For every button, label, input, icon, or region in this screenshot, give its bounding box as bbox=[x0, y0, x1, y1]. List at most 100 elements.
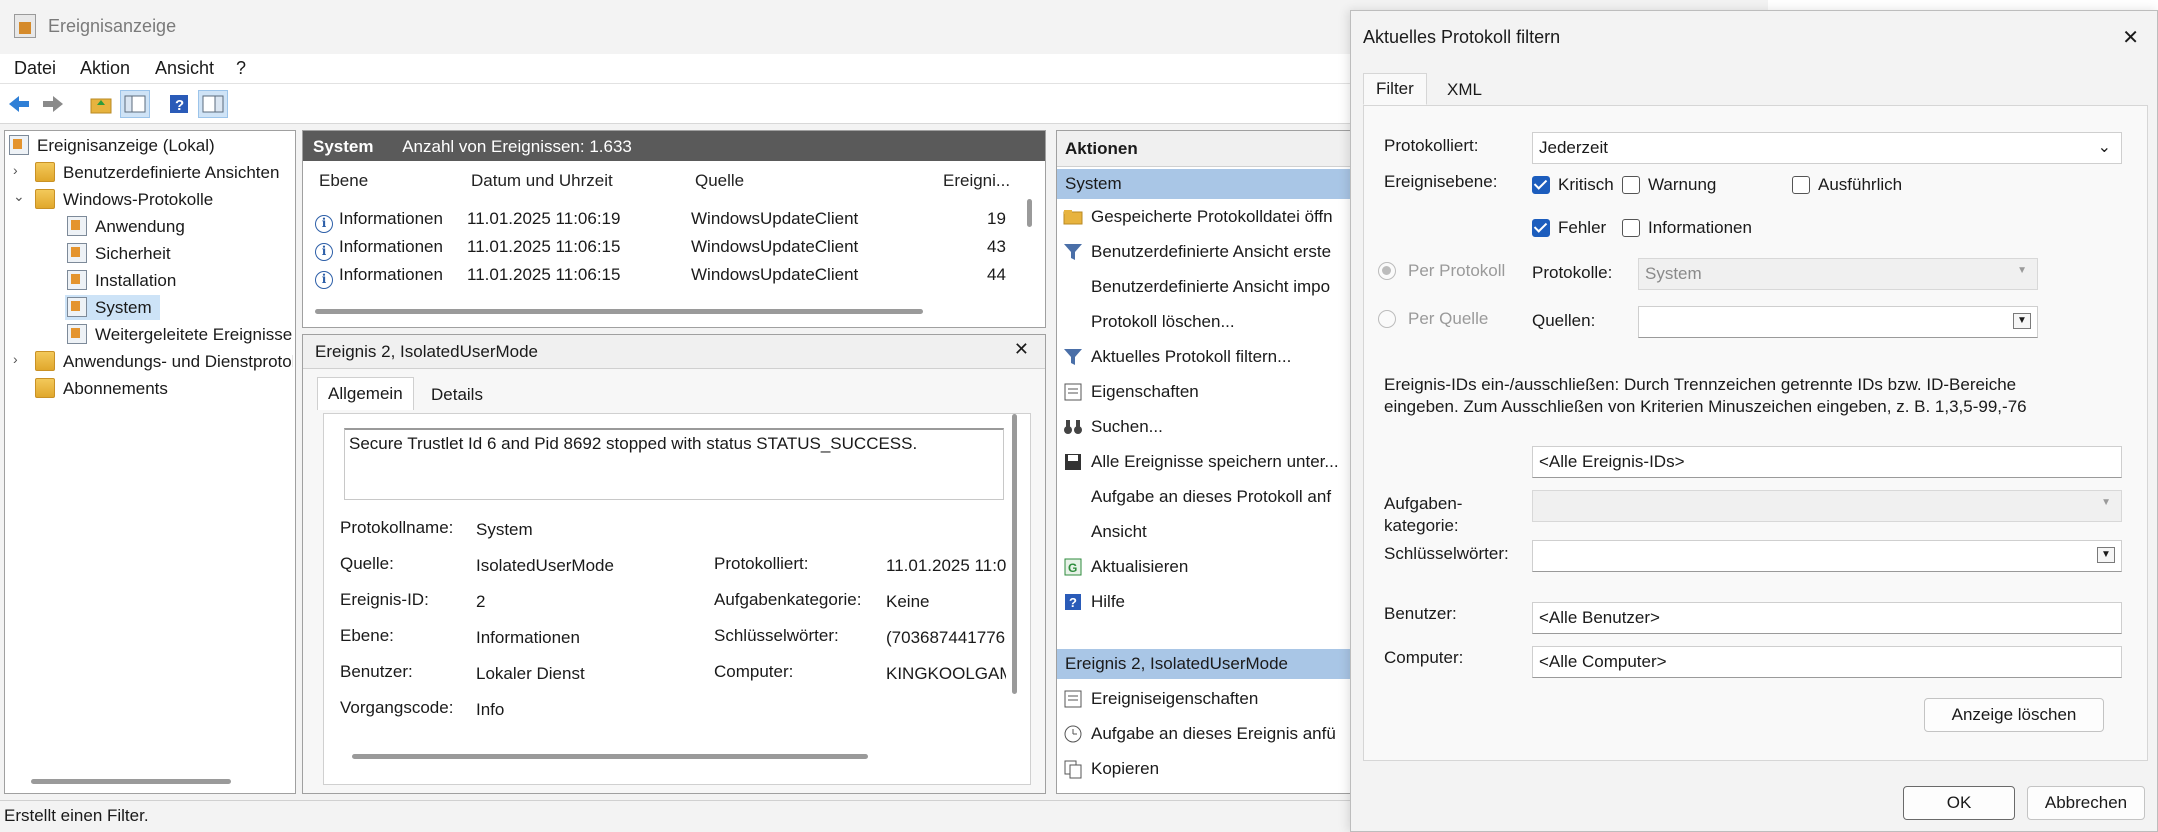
action-item[interactable]: G Aktualisieren bbox=[1057, 555, 1277, 581]
checkbox-informationen[interactable] bbox=[1622, 219, 1640, 237]
tree-item-sicherheit[interactable]: Sicherheit bbox=[67, 243, 171, 264]
show-actions-button[interactable] bbox=[198, 90, 228, 118]
protokolliert-label: Protokolliert: bbox=[1384, 136, 1479, 155]
event-list-hscroll[interactable] bbox=[315, 309, 923, 314]
column-ebene[interactable]: Ebene bbox=[319, 171, 368, 191]
protokolle-dropdown[interactable]: System ▼ bbox=[1638, 258, 2038, 290]
filter-tab-panel: Protokolliert: Jederzeit ⌄ Ereignisebene… bbox=[1363, 105, 2148, 761]
actions-section-system[interactable]: System bbox=[1057, 169, 1355, 199]
folder-icon bbox=[35, 351, 55, 371]
checkbox-fehler[interactable] bbox=[1532, 219, 1550, 237]
action-item[interactable]: Ereigniseigenschaften bbox=[1057, 687, 1277, 713]
action-item[interactable]: Alle Ereignisse speichern unter... bbox=[1057, 450, 1339, 476]
column-ereignis-id[interactable]: Ereigni... bbox=[943, 171, 1010, 191]
chevron-right-icon[interactable]: › bbox=[13, 162, 18, 178]
menu-ansicht[interactable]: Ansicht bbox=[155, 58, 214, 79]
action-item[interactable]: ? Hilfe bbox=[1057, 590, 1277, 616]
chevron-down-icon[interactable]: ⌄ bbox=[13, 188, 25, 205]
event-viewer-icon bbox=[9, 135, 29, 155]
event-list-vscroll[interactable] bbox=[1027, 199, 1032, 227]
action-item[interactable]: Protokoll löschen... bbox=[1057, 310, 1277, 336]
benutzer-input[interactable]: <Alle Benutzer> bbox=[1532, 602, 2122, 634]
log-icon bbox=[67, 270, 87, 290]
binoculars-icon bbox=[1063, 417, 1083, 437]
filter-icon bbox=[1063, 242, 1083, 262]
tree-item-anwendung[interactable]: Anwendung bbox=[67, 216, 185, 237]
menu-datei[interactable]: Datei bbox=[14, 58, 56, 79]
event-message[interactable]: Secure Trustlet Id 6 and Pid 8692 stoppe… bbox=[344, 428, 1004, 500]
close-icon[interactable]: ✕ bbox=[2122, 25, 2139, 50]
action-item[interactable]: Aufgabe an dieses Ereignis anfü bbox=[1057, 722, 1336, 748]
action-item[interactable]: Suchen... bbox=[1057, 415, 1277, 441]
radio-per-protokoll[interactable] bbox=[1378, 262, 1396, 280]
aufgabenkategorie-dropdown[interactable]: ▼ bbox=[1532, 490, 2122, 522]
action-label: Ansicht bbox=[1091, 522, 1147, 541]
action-pane-icon bbox=[202, 95, 224, 113]
action-item[interactable]: Kopieren bbox=[1057, 757, 1277, 783]
tree-item-windows-logs[interactable]: Windows-Protokolle bbox=[35, 189, 213, 210]
event-detail-header: Ereignis 2, IsolatedUserMode ✕ bbox=[303, 335, 1045, 369]
detail-hscroll[interactable] bbox=[352, 754, 868, 759]
radio-per-quelle[interactable] bbox=[1378, 310, 1396, 328]
computer-input[interactable]: <Alle Computer> bbox=[1532, 646, 2122, 678]
column-datetime[interactable]: Datum und Uhrzeit bbox=[471, 171, 613, 191]
aufgaben-label-line2: kategorie: bbox=[1384, 516, 1459, 535]
action-item[interactable]: Ansicht bbox=[1057, 520, 1277, 546]
chevron-right-icon[interactable]: › bbox=[13, 351, 18, 367]
table-row[interactable]: i Informationen 11.01.2025 11:06:15 Windo… bbox=[303, 265, 1025, 291]
event-detail-title: Ereignis 2, IsolatedUserMode bbox=[315, 342, 539, 361]
event-ids-input[interactable]: <Alle Ereignis-IDs> bbox=[1532, 446, 2122, 478]
menu-aktion[interactable]: Aktion bbox=[80, 58, 130, 79]
tree-scrollbar[interactable] bbox=[31, 779, 231, 784]
action-item[interactable]: Benutzerdefinierte Ansicht impo bbox=[1057, 275, 1330, 301]
checkbox-kritisch[interactable] bbox=[1532, 176, 1550, 194]
navigation-tree: Ereignisanzeige (Lokal) › Benutzerdefini… bbox=[4, 130, 296, 794]
tree-item-subscriptions[interactable]: Abonnements bbox=[35, 378, 168, 399]
action-item[interactable]: Aufgabe an dieses Protokoll anf bbox=[1057, 485, 1331, 511]
tree-item-root[interactable]: Ereignisanzeige (Lokal) bbox=[9, 135, 215, 156]
help-icon: ? bbox=[170, 95, 188, 114]
checkbox-ausfuehrlich[interactable] bbox=[1792, 176, 1810, 194]
up-folder-button[interactable] bbox=[86, 90, 116, 118]
folder-icon bbox=[35, 189, 55, 209]
svg-text:?: ? bbox=[1069, 595, 1077, 610]
detail-vscroll[interactable] bbox=[1012, 414, 1017, 694]
tab-filter[interactable]: Filter bbox=[1363, 73, 1427, 105]
show-tree-button[interactable] bbox=[120, 90, 150, 118]
checkbox-warnung[interactable] bbox=[1622, 176, 1640, 194]
table-row[interactable]: i Informationen 11.01.2025 11:06:19 Windo… bbox=[303, 209, 1025, 235]
refresh-icon: G bbox=[1063, 557, 1083, 577]
cancel-button[interactable]: Abbrechen bbox=[2027, 786, 2145, 820]
event-list-header: System Anzahl von Ereignissen: 1.633 bbox=[303, 131, 1045, 161]
action-item[interactable]: Aktuelles Protokoll filtern... bbox=[1057, 345, 1291, 371]
table-row[interactable]: i Informationen 11.01.2025 11:06:15 Windo… bbox=[303, 237, 1025, 263]
tree-item-forwarded[interactable]: Weitergeleitete Ereignisse bbox=[67, 324, 293, 345]
action-item[interactable]: Eigenschaften bbox=[1057, 380, 1277, 406]
tab-xml[interactable]: XML bbox=[1443, 78, 1486, 102]
action-item[interactable]: Benutzerdefinierte Ansicht erste bbox=[1057, 240, 1331, 266]
tab-details[interactable]: Details bbox=[427, 383, 487, 407]
quellen-dropdown[interactable]: ▼ bbox=[1638, 306, 2038, 338]
schluesselwoerter-dropdown[interactable]: ▼ bbox=[1532, 540, 2122, 572]
actions-section-event[interactable]: Ereignis 2, IsolatedUserMode bbox=[1057, 649, 1355, 679]
dropdown-arrow-icon: ▼ bbox=[2013, 313, 2031, 329]
close-icon[interactable]: ✕ bbox=[1014, 339, 1029, 360]
tree-item-app-service-logs[interactable]: Anwendungs- und Dienstprotokolle bbox=[35, 351, 293, 372]
column-quelle[interactable]: Quelle bbox=[695, 171, 744, 191]
clear-filter-button[interactable]: Anzeige löschen bbox=[1924, 698, 2104, 732]
forward-button[interactable] bbox=[38, 90, 68, 118]
action-item[interactable]: Gespeicherte Protokolldatei öffn bbox=[1057, 205, 1333, 231]
ok-button[interactable]: OK bbox=[1903, 786, 2015, 820]
folder-icon bbox=[35, 378, 55, 398]
dropdown-arrow-icon: ▼ bbox=[2101, 497, 2111, 508]
tree-item-custom-views[interactable]: Benutzerdefinierte Ansichten bbox=[35, 162, 279, 183]
computer-label: Computer: bbox=[1384, 648, 1464, 667]
tree-item-system[interactable]: System bbox=[65, 295, 160, 320]
back-button[interactable] bbox=[4, 90, 34, 118]
menu-help[interactable]: ? bbox=[236, 58, 246, 79]
protokolliert-dropdown[interactable]: Jederzeit ⌄ bbox=[1532, 132, 2122, 164]
tab-allgemein[interactable]: Allgemein bbox=[317, 377, 414, 410]
action-label: Benutzerdefinierte Ansicht impo bbox=[1091, 277, 1331, 296]
tree-item-installation[interactable]: Installation bbox=[67, 270, 176, 291]
help-button[interactable]: ? bbox=[164, 90, 194, 118]
